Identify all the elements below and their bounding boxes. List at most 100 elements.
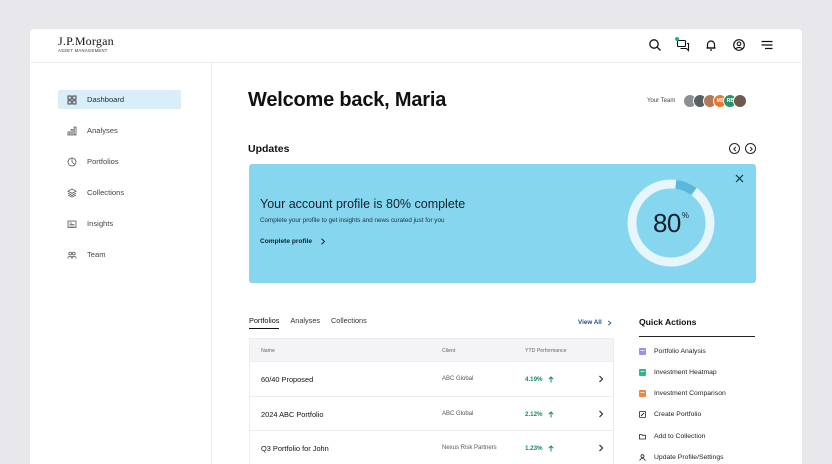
chat-icon[interactable]: [675, 37, 690, 52]
menu-icon[interactable]: [760, 38, 774, 52]
carousel-nav: [729, 143, 756, 154]
chevron-right-icon: [749, 146, 753, 151]
chevron-right-icon[interactable]: [598, 375, 604, 383]
chevron-left-icon: [732, 146, 736, 151]
sidebar-item-label: Dashboard: [87, 95, 125, 104]
arrow-up-icon: [547, 376, 554, 383]
ytd-value: 2.12%: [525, 410, 543, 418]
close-icon[interactable]: [735, 174, 744, 183]
quick-action-portfolio-analysis[interactable]: Portfolio Analysis: [639, 348, 706, 355]
chevron-right-icon: [321, 238, 326, 245]
view-all-label: View All: [578, 319, 602, 326]
portfolio-name: 2024 ABC Portfolio: [261, 409, 324, 419]
people-icon: [67, 251, 77, 259]
team-widget[interactable]: Your Team MS RB: [647, 94, 748, 108]
portfolio-ytd: 2.12%: [525, 411, 554, 418]
banner-subtitle: Complete your profile to get insights an…: [260, 217, 445, 224]
portfolio-client: ABC Global: [442, 410, 474, 417]
portfolio-ytd: 4.19%: [525, 376, 554, 383]
quick-action-label: Investment Comparison: [654, 390, 726, 397]
notification-dot: [675, 37, 679, 41]
sidebar-item-label: Insights: [87, 219, 114, 228]
column-header-ytd[interactable]: YTD Performance: [525, 348, 567, 354]
quick-action-label: Portfolio Analysis: [654, 348, 706, 355]
quick-action-label: Create Portfolio: [654, 411, 702, 418]
sidebar-item-team[interactable]: Team: [58, 245, 181, 264]
user-icon[interactable]: [732, 38, 746, 52]
quick-action-investment-heatmap[interactable]: Investment Heatmap: [639, 369, 717, 376]
bar-chart-icon: [67, 126, 77, 135]
tab-collections[interactable]: Collections: [331, 316, 367, 329]
folder-icon: [639, 434, 646, 440]
tab-portfolios[interactable]: Portfolios: [249, 316, 280, 329]
divider: [639, 336, 755, 337]
sidebar-item-dashboard[interactable]: Dashboard: [58, 90, 181, 109]
sidebar: Dashboard Analyses Portfolios Collection…: [30, 63, 212, 464]
portfolio-tabs: Portfolios Analyses Collections: [249, 316, 367, 329]
arrow-up-icon: [547, 445, 554, 452]
table-row[interactable]: 2024 ABC Portfolio ABC Global 2.12%: [250, 397, 613, 431]
table-row[interactable]: 60/40 Proposed ABC Global 4.19%: [250, 362, 613, 397]
search-icon[interactable]: [648, 38, 662, 52]
tab-analyses[interactable]: Analyses: [290, 316, 320, 329]
quick-action-label: Investment Heatmap: [654, 369, 717, 376]
team-label: Your Team: [647, 98, 676, 104]
app-window: J.P.Morgan ASSET MANAGEMENT Dashboard An…: [30, 29, 802, 464]
sidebar-item-analyses[interactable]: Analyses: [58, 121, 181, 140]
sidebar-item-label: Collections: [87, 188, 125, 197]
brand-name: J.P.Morgan: [58, 34, 114, 48]
pie-chart-icon: [67, 157, 77, 166]
sidebar-item-label: Portfolios: [87, 157, 119, 166]
carousel-next-button[interactable]: [745, 143, 756, 154]
grid-icon: [67, 95, 77, 104]
edit-icon: [639, 411, 646, 418]
orange-square-icon: [639, 390, 646, 397]
portfolio-client: Nexus Risk Partners: [442, 445, 497, 451]
team-avatars[interactable]: MS RB: [683, 94, 748, 108]
quick-action-add-to-collection[interactable]: Add to Collection: [639, 433, 705, 440]
bell-icon[interactable]: [704, 38, 718, 52]
arrow-up-icon: [547, 410, 554, 417]
complete-profile-label: Complete profile: [260, 238, 313, 245]
column-header-client[interactable]: Client: [442, 348, 455, 354]
table-row[interactable]: Q3 Portfolio for John Nexus Risk Partner…: [250, 431, 613, 464]
view-all-link[interactable]: View All: [578, 319, 612, 326]
ytd-value: 4.19%: [525, 376, 543, 383]
sidebar-item-label: Analyses: [87, 126, 118, 135]
chevron-right-icon[interactable]: [598, 444, 604, 452]
sidebar-item-collections[interactable]: Collections: [58, 183, 181, 202]
banner-title: Your account profile is 80% complete: [260, 197, 466, 211]
brand-logo[interactable]: J.P.Morgan ASSET MANAGEMENT: [58, 35, 114, 54]
progress-value: 80: [652, 207, 681, 238]
sidebar-item-insights[interactable]: Insights: [58, 214, 181, 233]
profile-completion-banner: Your account profile is 80% complete Com…: [249, 164, 756, 283]
quick-action-label: Add to Collection: [654, 433, 706, 440]
chevron-right-icon: [607, 319, 612, 326]
progress-unit: %: [681, 211, 690, 220]
newspaper-icon: [67, 220, 77, 228]
progress-ring: 80 %: [626, 178, 716, 268]
portfolio-client: ABC Global: [442, 376, 474, 382]
quick-action-update-profile[interactable]: Update Profile/Settings: [639, 454, 724, 461]
complete-profile-link[interactable]: Complete profile: [260, 238, 326, 245]
page-title: Welcome back, Maria: [248, 89, 447, 111]
sidebar-item-label: Team: [87, 250, 106, 259]
layers-icon: [67, 188, 77, 198]
chevron-right-icon[interactable]: [598, 410, 604, 418]
carousel-prev-button[interactable]: [729, 143, 740, 154]
portfolio-name: 60/40 Proposed: [261, 375, 314, 384]
table-header: Name Client YTD Performance: [250, 339, 613, 362]
top-bar: J.P.Morgan ASSET MANAGEMENT: [30, 29, 802, 63]
updates-title: Updates: [248, 143, 290, 155]
user-icon: [639, 454, 646, 461]
portfolio-table: Name Client YTD Performance 60/40 Propos…: [249, 338, 614, 464]
quick-action-create-portfolio[interactable]: Create Portfolio: [639, 411, 701, 418]
column-header-name[interactable]: Name: [261, 348, 275, 354]
avatar[interactable]: [733, 94, 748, 108]
quick-action-investment-comparison[interactable]: Investment Comparison: [639, 390, 726, 397]
portfolio-name: Q3 Portfolio for John: [261, 444, 329, 453]
sidebar-item-portfolios[interactable]: Portfolios: [58, 152, 181, 171]
portfolio-ytd: 1.23%: [525, 445, 554, 452]
quick-action-label: Update Profile/Settings: [654, 454, 724, 461]
green-square-icon: [639, 369, 646, 376]
